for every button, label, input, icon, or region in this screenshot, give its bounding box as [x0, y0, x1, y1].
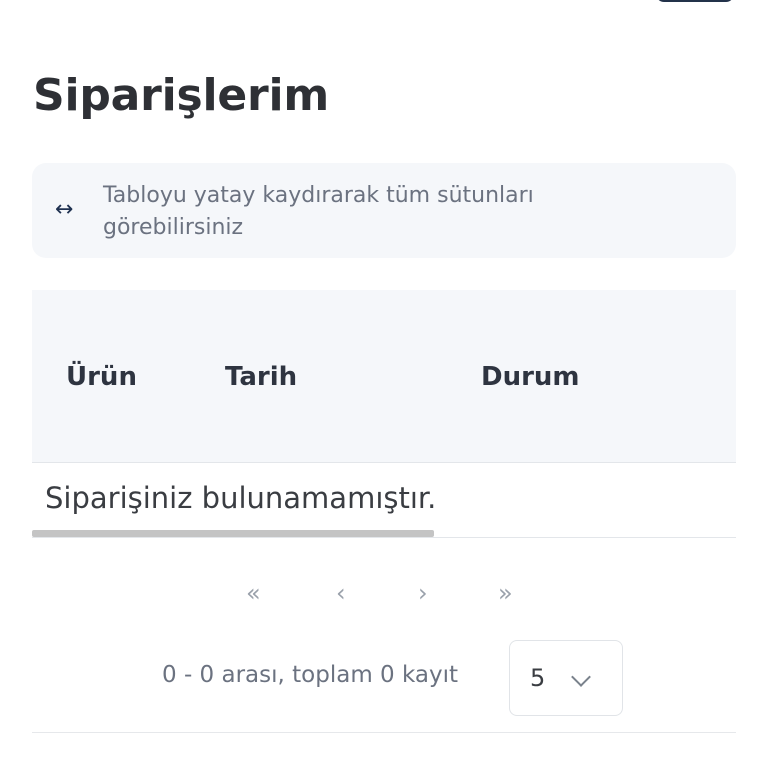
- empty-message: Siparişiniz bulunamamıştır.: [45, 481, 437, 515]
- scroll-hint-text: Tabloyu yatay kaydırarak tüm sütunları g…: [103, 183, 534, 240]
- pagination-summary: 0 - 0 arası, toplam 0 kayıt: [162, 662, 459, 688]
- horizontal-arrows-icon: ↔: [55, 197, 74, 222]
- horizontal-scrollbar[interactable]: [32, 530, 736, 537]
- divider: [32, 732, 736, 733]
- next-page-button[interactable]: ›: [418, 578, 428, 608]
- previous-page-button[interactable]: ‹: [336, 578, 346, 608]
- column-header-date[interactable]: Tarih: [225, 362, 297, 392]
- last-page-button[interactable]: »: [498, 578, 513, 608]
- column-header-product[interactable]: Ürün: [66, 362, 137, 392]
- column-header-status[interactable]: Durum: [481, 362, 580, 392]
- page-title: Siparişlerim: [33, 70, 330, 121]
- orders-table[interactable]: Ürün Tarih Durum Siparişiniz bulunamamış…: [32, 290, 736, 538]
- chevron-down-icon: [571, 667, 591, 687]
- page-size-value: 5: [530, 664, 546, 692]
- table-empty-row: Siparişiniz bulunamamıştır.: [32, 463, 736, 538]
- page-size-select[interactable]: 5: [509, 640, 623, 716]
- scroll-hint-banner: ↔ Tabloyu yatay kaydırarak tüm sütunları…: [32, 163, 736, 258]
- first-page-button[interactable]: «: [246, 578, 261, 608]
- table-header: Ürün Tarih Durum: [32, 290, 736, 463]
- scrollbar-thumb[interactable]: [32, 530, 434, 537]
- header-action-button[interactable]: [656, 0, 734, 2]
